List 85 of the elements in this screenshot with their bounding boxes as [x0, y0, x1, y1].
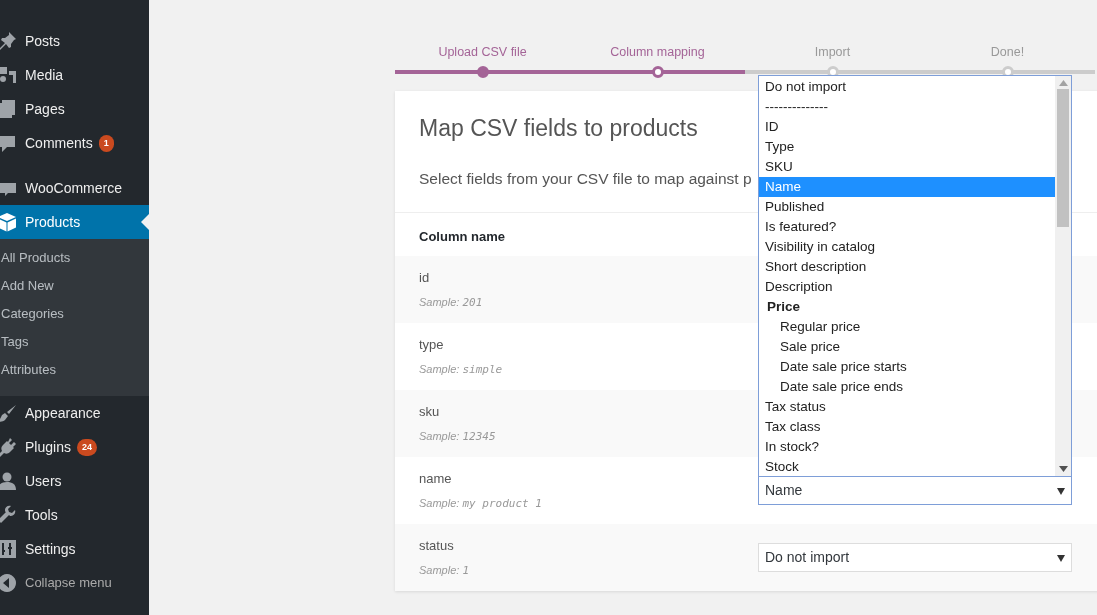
- pin-icon: [0, 31, 17, 51]
- submenu-item[interactable]: All Products: [0, 244, 149, 272]
- paintbrush-icon: [0, 403, 17, 423]
- sidebar-item[interactable]: Comments 1: [0, 126, 149, 160]
- sidebar-label: Settings: [25, 539, 76, 559]
- step-label: Import: [814, 44, 851, 61]
- scroll-down-icon[interactable]: [1058, 466, 1068, 473]
- scroll-up-icon[interactable]: [1058, 80, 1068, 87]
- dropdown-option[interactable]: Is featured?: [759, 217, 1055, 238]
- dropdown-option[interactable]: Short description: [759, 257, 1055, 278]
- column-name: name: [419, 470, 453, 489]
- wrench-icon: [0, 505, 17, 525]
- sidebar-label: Media: [25, 65, 64, 85]
- sliders-icon: [0, 539, 17, 559]
- dropdown-option[interactable]: Sale price: [759, 337, 1055, 358]
- column-header: Column name: [419, 227, 505, 246]
- submenu-item[interactable]: Add New: [0, 272, 149, 300]
- caret-icon: [1057, 486, 1065, 495]
- sidebar-item[interactable]: Tools: [0, 498, 149, 532]
- sidebar-label: Collapse menu: [25, 574, 112, 593]
- dropdown-option[interactable]: Date sale price starts: [759, 357, 1055, 378]
- column-name: id: [419, 269, 431, 288]
- media-icon: [0, 65, 17, 85]
- dropdown-option[interactable]: Tax class: [759, 417, 1055, 438]
- dropdown-option[interactable]: --------------: [759, 97, 1055, 118]
- sample-value: Sample: simple: [419, 361, 504, 378]
- sidebar-label: Posts: [25, 31, 60, 51]
- step-label: Column mapping: [610, 44, 705, 61]
- step-label: Upload CSV file: [438, 44, 527, 61]
- column-name: status: [419, 537, 455, 556]
- sidebar-item[interactable]: Posts: [0, 24, 149, 58]
- sample-value: Sample: 12345: [419, 428, 497, 445]
- sidebar-label: Plugins: [25, 437, 71, 457]
- comment-icon: [0, 133, 17, 153]
- column-name: type: [419, 336, 445, 355]
- dropdown-option[interactable]: Tax status: [759, 397, 1055, 418]
- submenu-item[interactable]: Attributes: [0, 356, 149, 384]
- sidebar-label: WooCommerce: [25, 178, 122, 198]
- sidebar-label: Comments: [25, 133, 93, 153]
- scrollbar[interactable]: [1055, 76, 1071, 477]
- dropdown-option[interactable]: ID: [759, 117, 1055, 138]
- dropdown-option[interactable]: Date sale price ends: [759, 377, 1055, 398]
- dropdown-option[interactable]: Description: [759, 277, 1055, 298]
- sidebar-item[interactable]: Appearance: [0, 396, 149, 430]
- dropdown-option[interactable]: Visibility in catalog: [759, 237, 1055, 258]
- sidebar-item[interactable]: Plugins 24: [0, 430, 149, 464]
- collapse-icon: [0, 573, 17, 593]
- plug-icon: [0, 437, 17, 457]
- sample-value: Sample: my product 1: [419, 495, 543, 512]
- dropdown-option[interactable]: Regular price: [759, 317, 1055, 338]
- column-name: sku: [419, 403, 441, 422]
- card-title: Map CSV fields to products: [419, 115, 698, 143]
- select-field[interactable]: Do not import: [758, 543, 1072, 573]
- sidebar-item[interactable]: Products: [0, 205, 149, 239]
- dropdown-option[interactable]: Do not import: [759, 77, 1055, 98]
- submenu-item[interactable]: Categories: [0, 300, 149, 328]
- step-label: Done!: [990, 44, 1025, 61]
- sidebar-label: Users: [25, 471, 62, 491]
- card-description: Select fields from your CSV file to map against p: [419, 168, 752, 189]
- sample-value: Sample: 1: [419, 562, 471, 579]
- user-icon: [0, 471, 17, 491]
- box-icon: [0, 212, 17, 232]
- sidebar-item[interactable]: Users: [0, 464, 149, 498]
- count-badge: 1: [98, 134, 114, 152]
- dropdown-option[interactable]: Stock: [759, 457, 1055, 478]
- collapse-menu-button[interactable]: Collapse menu: [0, 566, 149, 600]
- option-group-label: Price: [766, 298, 802, 317]
- dropdown-option[interactable]: In stock?: [759, 437, 1055, 458]
- sidebar-item[interactable]: WooCommerce: [0, 171, 149, 205]
- submenu-item[interactable]: Tags: [0, 328, 149, 356]
- sidebar-label: Pages: [25, 99, 65, 119]
- sidebar-item[interactable]: Media: [0, 58, 149, 92]
- sidebar-label: Tools: [25, 505, 58, 525]
- dropdown-option[interactable]: Published: [759, 197, 1055, 218]
- sidebar-item[interactable]: Pages: [0, 92, 149, 126]
- sample-value: Sample: 201: [419, 294, 484, 311]
- sidebar-item[interactable]: Settings: [0, 532, 149, 566]
- dropdown-option[interactable]: Type: [759, 137, 1055, 158]
- dropdown-option[interactable]: SKU: [759, 157, 1055, 178]
- count-badge: 24: [76, 438, 97, 456]
- caret-icon: [1057, 553, 1065, 562]
- pages-icon: [0, 99, 17, 119]
- sidebar-label: Products: [25, 212, 81, 232]
- select-field[interactable]: Name: [758, 476, 1072, 506]
- sidebar-label: Appearance: [25, 403, 101, 423]
